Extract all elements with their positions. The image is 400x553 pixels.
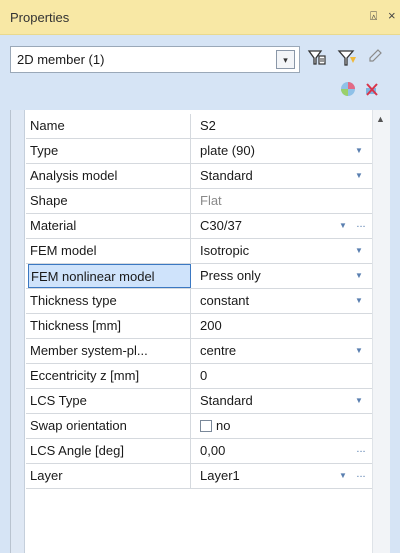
- property-row[interactable]: FEM model Isotropic ▼: [26, 239, 372, 264]
- close-icon[interactable]: ×: [388, 8, 396, 23]
- property-name: LCS Angle [deg]: [28, 439, 191, 463]
- property-name: Member system-pl...: [28, 339, 191, 363]
- clear-selection-icon[interactable]: [362, 80, 382, 100]
- chevron-down-icon[interactable]: ▼: [336, 219, 350, 233]
- property-row[interactable]: LCS Type Standard ▼: [26, 389, 372, 414]
- property-name: Analysis model: [28, 164, 191, 188]
- property-row[interactable]: LCS Angle [deg] 0,00 ...: [26, 439, 372, 464]
- ellipsis-icon[interactable]: ...: [354, 219, 368, 233]
- vertical-scrollbar[interactable]: ▲: [372, 110, 390, 553]
- chevron-down-icon[interactable]: ▼: [352, 394, 366, 408]
- filter-select-icon[interactable]: [306, 48, 328, 70]
- ellipsis-icon[interactable]: ...: [354, 469, 368, 483]
- chevron-down-icon[interactable]: ▼: [336, 469, 350, 483]
- property-row-selected[interactable]: FEM nonlinear model Press only ▼: [26, 264, 372, 289]
- chevron-down-icon[interactable]: ▼: [352, 344, 366, 358]
- property-row[interactable]: Layer Layer1 ▼ ...: [26, 464, 372, 489]
- property-value: Flat: [200, 193, 222, 208]
- property-name: Shape: [28, 189, 191, 213]
- property-value[interactable]: 0: [193, 364, 371, 388]
- property-row[interactable]: Thickness type constant ▼: [26, 289, 372, 314]
- chevron-down-icon[interactable]: ▼: [352, 269, 366, 283]
- pin-icon[interactable]: ⍓: [370, 9, 377, 24]
- swap-orientation-checkbox[interactable]: [200, 420, 212, 432]
- property-row: Shape Flat: [26, 189, 372, 214]
- selection-value: 2D member (1): [17, 52, 105, 67]
- property-row[interactable]: Swap orientation no: [26, 414, 372, 439]
- property-row[interactable]: Material C30/37 ▼ ...: [26, 214, 372, 239]
- panel-title-bar: Properties ⍓ ×: [0, 0, 400, 35]
- chevron-down-icon[interactable]: ▼: [352, 244, 366, 258]
- scroll-up-icon[interactable]: ▲: [376, 114, 385, 124]
- filter-add-icon[interactable]: [336, 48, 358, 70]
- property-row[interactable]: Analysis model Standard ▼: [26, 164, 372, 189]
- property-grid: ▲ Name S2 Type plate (90) ▼ Analysis mod…: [10, 110, 390, 553]
- property-value[interactable]: S2: [193, 114, 371, 138]
- property-name: LCS Type: [28, 389, 191, 413]
- property-value[interactable]: 200: [193, 314, 371, 338]
- property-value[interactable]: Standard: [193, 164, 371, 188]
- ellipsis-icon[interactable]: ...: [354, 444, 368, 458]
- property-value[interactable]: Isotropic: [193, 239, 371, 263]
- property-value[interactable]: constant: [193, 289, 371, 313]
- property-name: Thickness type: [28, 289, 191, 313]
- property-value-cell: no: [193, 414, 371, 438]
- property-row[interactable]: Name S2: [26, 114, 372, 139]
- property-row[interactable]: Eccentricity z [mm] 0: [26, 364, 372, 389]
- property-row[interactable]: Member system-pl... centre ▼: [26, 339, 372, 364]
- chevron-down-icon[interactable]: ▾: [276, 50, 295, 69]
- property-name: Thickness [mm]: [28, 314, 191, 338]
- property-value[interactable]: Standard: [193, 389, 371, 413]
- property-name: Eccentricity z [mm]: [28, 364, 191, 388]
- render-sphere-icon[interactable]: [338, 80, 358, 100]
- chevron-down-icon[interactable]: ▼: [352, 294, 366, 308]
- property-name: FEM model: [28, 239, 191, 263]
- edit-pencil-icon[interactable]: [364, 48, 386, 70]
- checkbox-label: no: [216, 418, 231, 433]
- panel-title: Properties: [10, 10, 70, 25]
- property-name: Type: [28, 139, 191, 163]
- property-name: Layer: [28, 464, 191, 488]
- property-value[interactable]: centre: [193, 339, 371, 363]
- property-value[interactable]: plate (90): [193, 139, 371, 163]
- property-row[interactable]: Type plate (90) ▼: [26, 139, 372, 164]
- selection-dropdown[interactable]: 2D member (1) ▾: [10, 46, 300, 73]
- property-name: FEM nonlinear model: [28, 264, 191, 288]
- property-row[interactable]: Thickness [mm] 200: [26, 314, 372, 339]
- chevron-down-icon[interactable]: ▼: [352, 144, 366, 158]
- property-value[interactable]: 0,00: [193, 439, 371, 463]
- property-name: Name: [28, 114, 191, 138]
- chevron-down-icon[interactable]: ▼: [352, 169, 366, 183]
- property-value[interactable]: Press only: [193, 264, 371, 288]
- row-header-gutter: [11, 110, 25, 553]
- property-name: Swap orientation: [28, 414, 191, 438]
- property-name: Material: [28, 214, 191, 238]
